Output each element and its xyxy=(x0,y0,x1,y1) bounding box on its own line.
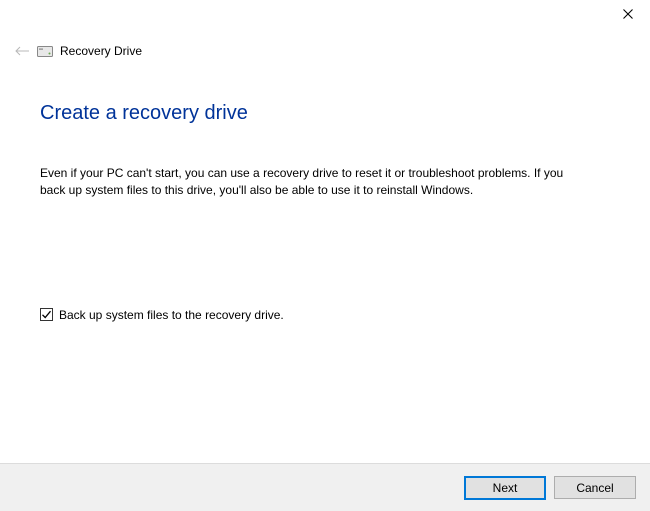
header-bar: Recovery Drive xyxy=(0,30,650,64)
checkmark-icon xyxy=(41,309,52,320)
close-button[interactable] xyxy=(606,0,650,28)
content-area: Create a recovery drive Even if your PC … xyxy=(0,64,650,322)
footer-bar: Next Cancel xyxy=(0,463,650,511)
backup-checkbox-row[interactable]: Back up system files to the recovery dri… xyxy=(40,308,610,322)
drive-icon xyxy=(36,44,54,58)
wizard-window: Recovery Drive Create a recovery drive E… xyxy=(0,0,650,511)
next-button[interactable]: Next xyxy=(464,476,546,500)
close-icon xyxy=(623,9,633,19)
backup-checkbox[interactable] xyxy=(40,308,53,321)
page-description: Even if your PC can't start, you can use… xyxy=(40,165,580,200)
page-title: Create a recovery drive xyxy=(40,102,610,125)
titlebar xyxy=(0,0,650,30)
arrow-left-icon xyxy=(14,45,30,57)
back-button[interactable] xyxy=(12,43,32,59)
cancel-button[interactable]: Cancel xyxy=(554,476,636,499)
backup-checkbox-label: Back up system files to the recovery dri… xyxy=(59,308,284,322)
window-name: Recovery Drive xyxy=(60,44,142,58)
